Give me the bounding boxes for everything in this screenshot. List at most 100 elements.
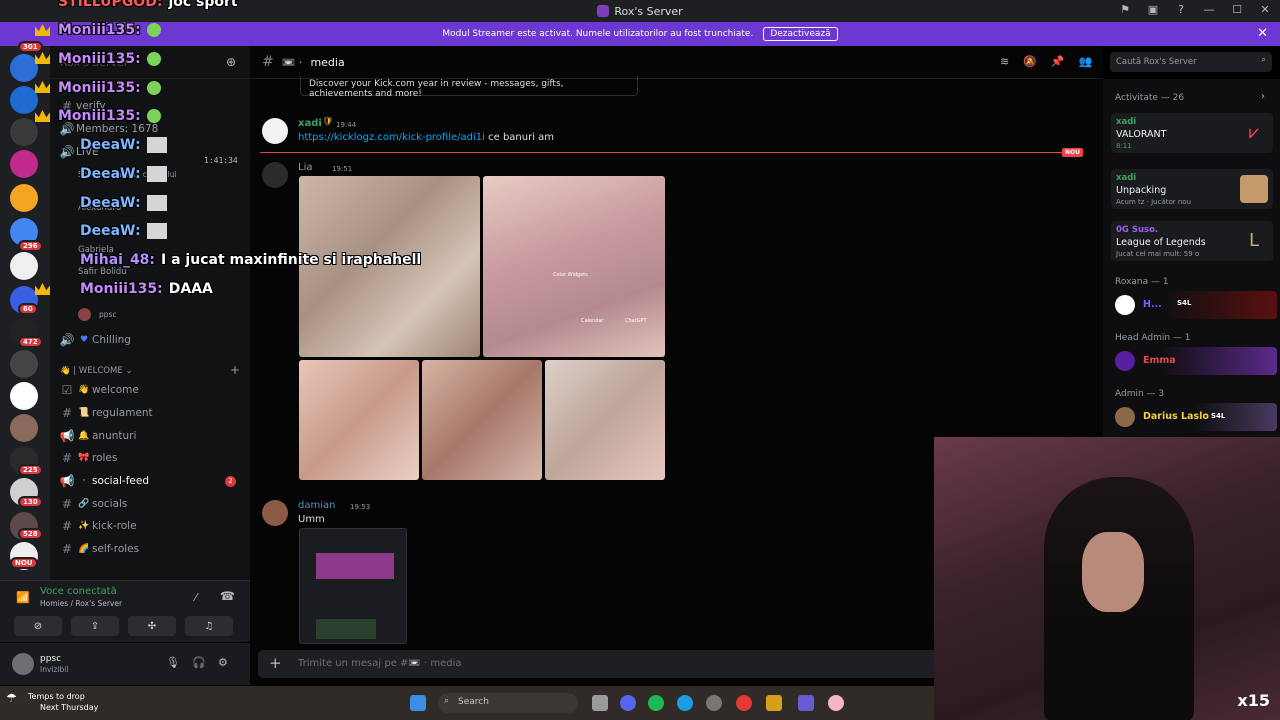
- channel-welcome[interactable]: ☑ 👋 welcome: [58, 380, 246, 400]
- discord-icon[interactable]: [620, 695, 636, 711]
- channel-socials[interactable]: # 🔗 socials: [58, 494, 246, 514]
- channel-roles[interactable]: # 🎀 roles: [58, 448, 246, 468]
- spotify-icon[interactable]: [648, 695, 664, 711]
- activity-card[interactable]: xadi Unpacking Acum tz · Jucător nou: [1111, 169, 1273, 209]
- channel-regulament[interactable]: # 📜 regulament: [58, 403, 246, 423]
- cam-counter: x15: [1237, 691, 1270, 710]
- guild-icon[interactable]: [10, 252, 38, 280]
- banner-close-icon[interactable]: ✕: [1257, 26, 1268, 41]
- notification-icon[interactable]: 🔕: [1023, 55, 1037, 68]
- voice-status: Voce conectată: [40, 586, 117, 597]
- threads-icon[interactable]: ≋: [1000, 55, 1009, 68]
- add-member-icon[interactable]: ⊕: [226, 55, 236, 69]
- guild-icon[interactable]: [10, 118, 38, 146]
- member-tag: S4L: [1211, 412, 1226, 420]
- message-author[interactable]: Lia: [298, 162, 312, 173]
- inbox-icon[interactable]: ⚑: [1118, 3, 1132, 17]
- guild-icon[interactable]: [10, 54, 38, 82]
- help-icon[interactable]: ?: [1174, 3, 1188, 17]
- league-icon[interactable]: [766, 695, 782, 711]
- activities-button[interactable]: ✣: [128, 616, 176, 636]
- guild-badge: 225: [18, 464, 43, 476]
- avatar[interactable]: [262, 500, 288, 526]
- app-icon[interactable]: [798, 695, 814, 711]
- server-list: 301 472 296 225 130 528 60 NOU: [0, 41, 50, 586]
- minimize-icon[interactable]: —: [1202, 3, 1216, 17]
- channel-chilling[interactable]: 🔊 ♥ Chilling: [58, 330, 246, 350]
- noise-icon[interactable]: ⁄: [195, 591, 197, 604]
- emote-icon: [146, 166, 167, 182]
- weather-widget[interactable]: ☂ Temps to drop Next Thursday: [6, 691, 98, 713]
- user-name: ppsc: [40, 654, 62, 664]
- media-image[interactable]: [299, 360, 419, 480]
- app-icon[interactable]: [736, 695, 752, 711]
- headphones-icon[interactable]: 🎧: [192, 656, 206, 669]
- activity-card[interactable]: xadi VALORANT 8:11 ⩗: [1111, 113, 1273, 153]
- obs-icon[interactable]: [706, 695, 722, 711]
- channel-emoji: 🌈: [78, 544, 90, 554]
- emote-icon: [146, 23, 161, 37]
- screen-share-button[interactable]: ⇪: [71, 616, 119, 636]
- avatar[interactable]: [12, 653, 34, 675]
- channel-kick-role[interactable]: # ✨ kick-role: [58, 516, 246, 536]
- chevron-right-icon[interactable]: ›: [1261, 91, 1265, 102]
- screen-icon[interactable]: ▣: [1146, 3, 1160, 17]
- taskbar-search[interactable]: ⌕ Search: [438, 693, 578, 713]
- start-icon[interactable]: [410, 695, 426, 711]
- message-link[interactable]: https://kicklogz.com/kick-profile/adi1i: [298, 132, 485, 143]
- microphone-icon[interactable]: 🎙: [166, 656, 180, 669]
- disconnect-icon[interactable]: ☎: [220, 589, 235, 603]
- guild-icon[interactable]: [10, 184, 38, 212]
- avatar[interactable]: [262, 118, 288, 144]
- channel-anunturi[interactable]: 📢 🔔 anunturi: [58, 426, 246, 446]
- guild-icon[interactable]: [10, 414, 38, 442]
- guild-icon[interactable]: [10, 150, 38, 178]
- member-row[interactable]: H... S4L: [1111, 291, 1277, 319]
- channel-emoji: ✨: [78, 521, 90, 531]
- signal-icon[interactable]: 📶: [16, 591, 30, 604]
- channel-self-roles[interactable]: # 🌈 self-roles: [58, 539, 246, 559]
- user-panel: ppsc Invizibil 🎙 🎧 ⚙: [0, 643, 250, 685]
- pin-icon[interactable]: 📌: [1051, 55, 1065, 68]
- activity-card[interactable]: 0G Suso. League of Legends Jucat cel mai…: [1111, 221, 1273, 261]
- media-image[interactable]: [545, 360, 665, 480]
- edge-icon[interactable]: [677, 695, 693, 711]
- category-welcome[interactable]: 👋 | WELCOME ⌄ +: [60, 363, 240, 377]
- media-image[interactable]: [422, 360, 542, 480]
- add-channel-icon[interactable]: +: [230, 363, 240, 377]
- members-icon[interactable]: 👥: [1079, 55, 1093, 68]
- disable-streamer-button[interactable]: Dezactivează: [763, 27, 838, 41]
- member-row[interactable]: Darius Laslo S4L: [1111, 403, 1277, 431]
- guild-icon[interactable]: [10, 382, 38, 410]
- files-icon[interactable]: [592, 695, 608, 711]
- camera-off-button[interactable]: ⊘: [14, 616, 62, 636]
- guild-badge: 60: [18, 303, 38, 315]
- unread-badge: 2: [225, 475, 236, 487]
- guild-icon[interactable]: [10, 350, 38, 378]
- emote-icon: [146, 223, 167, 239]
- message-author[interactable]: damian: [298, 500, 335, 511]
- gear-icon[interactable]: ⚙: [218, 656, 228, 669]
- guild-badge: 130: [18, 496, 43, 508]
- emote-icon: [146, 81, 161, 95]
- maximize-icon[interactable]: ☐: [1230, 3, 1244, 17]
- soundboard-button[interactable]: ♫: [185, 616, 233, 636]
- guild-badge: 528: [18, 528, 43, 540]
- avatar[interactable]: [262, 162, 288, 188]
- overlay-line: DeeaW:: [80, 195, 167, 211]
- guild-icon[interactable]: [10, 86, 38, 114]
- add-attachment-icon[interactable]: +: [269, 654, 282, 672]
- message-author[interactable]: xadi: [298, 118, 322, 129]
- close-window-icon[interactable]: ✕: [1258, 3, 1272, 17]
- media-image[interactable]: Color Widgets Calendar ChatGPT: [483, 176, 665, 357]
- hash-icon: #: [61, 497, 73, 511]
- app-icon[interactable]: [828, 695, 844, 711]
- search-input[interactable]: Caută Rox's Server ⌕: [1110, 52, 1272, 72]
- unpacking-icon: [1240, 175, 1268, 203]
- taskbar: ☂ Temps to drop Next Thursday ⌕ Search: [0, 686, 934, 720]
- collage-label: Color Widgets: [553, 272, 588, 278]
- member-row[interactable]: Emma: [1111, 347, 1277, 375]
- media-image[interactable]: [299, 528, 407, 644]
- voice-user[interactable]: ppsc: [78, 304, 266, 324]
- channel-social-feed[interactable]: 📢 · social-feed 2: [58, 471, 246, 491]
